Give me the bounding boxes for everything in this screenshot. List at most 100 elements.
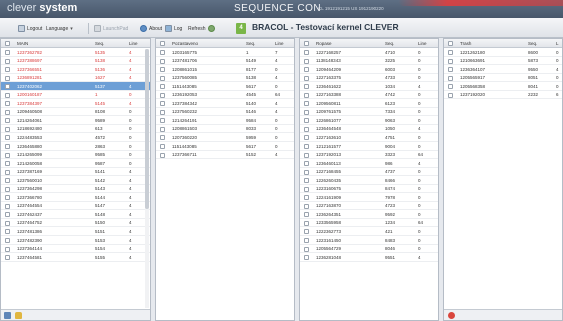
row-checkbox[interactable]	[160, 152, 165, 158]
row-checkbox[interactable]	[160, 50, 165, 55]
table-row[interactable]: 1227163375 4733 0	[300, 74, 438, 83]
table-row[interactable]: 1227168455 4737 0	[300, 168, 438, 177]
table-row[interactable]: 1205568358 8041 0	[444, 82, 562, 91]
table-row[interactable]: 1151443085 5617 0	[156, 82, 294, 91]
row-checkbox[interactable]	[160, 118, 165, 124]
table-row[interactable]: 1207360220 5959 0	[156, 133, 294, 143]
row-checkbox[interactable]	[304, 126, 309, 132]
table-row[interactable]: 1227163388 4742 0	[300, 91, 438, 100]
row-checkbox[interactable]	[5, 220, 10, 226]
table-row[interactable]: 1237364298 5143 4	[1, 185, 150, 194]
scrollbar-thumb[interactable]	[145, 49, 149, 209]
column-header-line[interactable]: Line	[275, 41, 284, 46]
table-row[interactable]: 1224483553 4572 0	[1, 133, 150, 143]
row-checkbox[interactable]	[160, 75, 165, 81]
column-header-name[interactable]: Pozastaveno	[172, 41, 198, 46]
row-checkbox[interactable]	[5, 186, 10, 192]
table-row[interactable]: 1237387169 5141 4	[1, 168, 150, 177]
row-checkbox[interactable]	[160, 144, 165, 150]
select-all-checkbox[interactable]	[448, 41, 453, 46]
row-checkbox[interactable]	[5, 195, 10, 201]
row-checkbox[interactable]	[5, 246, 10, 252]
row-checkbox[interactable]	[5, 161, 10, 167]
table-row[interactable]: 1237481706 5149 4	[156, 57, 294, 66]
table-row[interactable]: 1237366780 5144 4	[1, 193, 150, 202]
column-header-line[interactable]: L	[556, 41, 559, 46]
table-row[interactable]: 1237384397 5145 4	[1, 99, 150, 108]
list-icon[interactable]	[4, 312, 11, 319]
column-header-name[interactable]: Ropase	[316, 41, 332, 46]
table-row[interactable]: 1237464581 5155 4	[1, 253, 150, 262]
column-header-name[interactable]: Trash	[460, 41, 471, 46]
table-row[interactable]: 1237366551 5136 4	[1, 65, 150, 74]
row-checkbox[interactable]	[304, 109, 309, 115]
row-checkbox[interactable]	[448, 67, 453, 73]
about-button[interactable]: About	[140, 24, 162, 33]
row-checkbox[interactable]	[304, 229, 309, 235]
table-row[interactable]: 1237464752 5150 4	[1, 219, 150, 228]
table-row[interactable]: 1237362782 5135 4	[1, 48, 150, 57]
row-checkbox[interactable]	[160, 92, 165, 98]
table-row[interactable]: 1214264061 9589 0	[1, 116, 150, 125]
row-checkbox[interactable]	[5, 92, 10, 98]
table-row[interactable]: 1218692480 613 0	[1, 125, 150, 134]
row-checkbox[interactable]	[448, 92, 453, 98]
table-row[interactable]: 1223160675 8474 0	[300, 185, 438, 194]
table-row[interactable]: 1236264351 9592 0	[300, 210, 438, 219]
column-header-seq[interactable]: Seq.	[246, 41, 255, 46]
row-checkbox[interactable]	[304, 186, 309, 192]
table-row[interactable]: 1221262180 8600 0	[444, 48, 562, 57]
table-row[interactable]: 1237560010 5142 4	[1, 176, 150, 185]
table-row[interactable]: 1237402062 5137 4	[1, 82, 150, 91]
table-row[interactable]: 1227163870 4723 0	[300, 202, 438, 211]
table-row[interactable]: 1237560232 5146 4	[156, 108, 294, 117]
table-row[interactable]: 1223161450 8483 0	[300, 236, 438, 245]
table-row[interactable]: 1209464209 6003 0	[300, 65, 438, 74]
row-checkbox[interactable]	[5, 118, 10, 124]
table-row[interactable]: 1208861015 8177 0	[156, 65, 294, 74]
panel-main-scrollbar[interactable]	[145, 49, 149, 308]
row-checkbox[interactable]	[448, 84, 453, 90]
row-checkbox[interactable]	[304, 118, 309, 124]
row-checkbox[interactable]	[448, 50, 453, 55]
refresh-button[interactable]: Refresh	[188, 24, 215, 33]
row-checkbox[interactable]	[304, 135, 309, 141]
row-checkbox[interactable]	[304, 67, 309, 73]
row-checkbox[interactable]	[5, 67, 10, 73]
row-checkbox[interactable]	[5, 203, 10, 209]
row-checkbox[interactable]	[160, 58, 165, 64]
table-row[interactable]: 1212161577 9004 0	[300, 142, 438, 151]
table-row[interactable]: 1236364107 9550 4	[444, 65, 562, 74]
table-row[interactable]: 1205565917 8051 0	[444, 74, 562, 83]
column-header-seq[interactable]: Seq.	[95, 41, 104, 46]
row-checkbox[interactable]	[5, 135, 10, 141]
row-checkbox[interactable]	[5, 144, 10, 150]
table-row[interactable]: 1209761575 7334 0	[300, 108, 438, 117]
row-checkbox[interactable]	[304, 75, 309, 81]
table-row[interactable]: 1226861077 9063 0	[300, 116, 438, 125]
row-checkbox[interactable]	[5, 255, 10, 261]
table-row[interactable]: 1236465880 2863 0	[1, 142, 150, 151]
row-checkbox[interactable]	[304, 92, 309, 98]
table-row[interactable]: 1237192013 3323 64	[300, 151, 438, 160]
column-header-name[interactable]: MAIN	[17, 41, 28, 46]
lock-icon[interactable]	[15, 312, 22, 319]
language-dropdown[interactable]: Language ▾	[46, 24, 73, 33]
table-row[interactable]: 1237481386 5151 4	[1, 227, 150, 237]
table-row[interactable]: 1236461622 1034 4	[300, 82, 438, 91]
row-checkbox[interactable]	[304, 238, 309, 244]
table-row[interactable]: 1222362773 421 0	[300, 227, 438, 237]
table-row[interactable]: 1214260058 9587 0	[1, 159, 150, 168]
row-checkbox[interactable]	[304, 212, 309, 218]
row-checkbox[interactable]	[160, 84, 165, 90]
row-checkbox[interactable]	[160, 135, 165, 141]
row-checkbox[interactable]	[5, 212, 10, 218]
row-checkbox[interactable]	[304, 50, 309, 55]
select-all-checkbox[interactable]	[5, 41, 10, 46]
row-checkbox[interactable]	[304, 195, 309, 201]
row-checkbox[interactable]	[304, 169, 309, 175]
row-checkbox[interactable]	[5, 75, 10, 81]
select-all-checkbox[interactable]	[160, 41, 165, 46]
row-checkbox[interactable]	[304, 152, 309, 158]
table-row[interactable]: 1227168257 4710 0	[300, 48, 438, 57]
